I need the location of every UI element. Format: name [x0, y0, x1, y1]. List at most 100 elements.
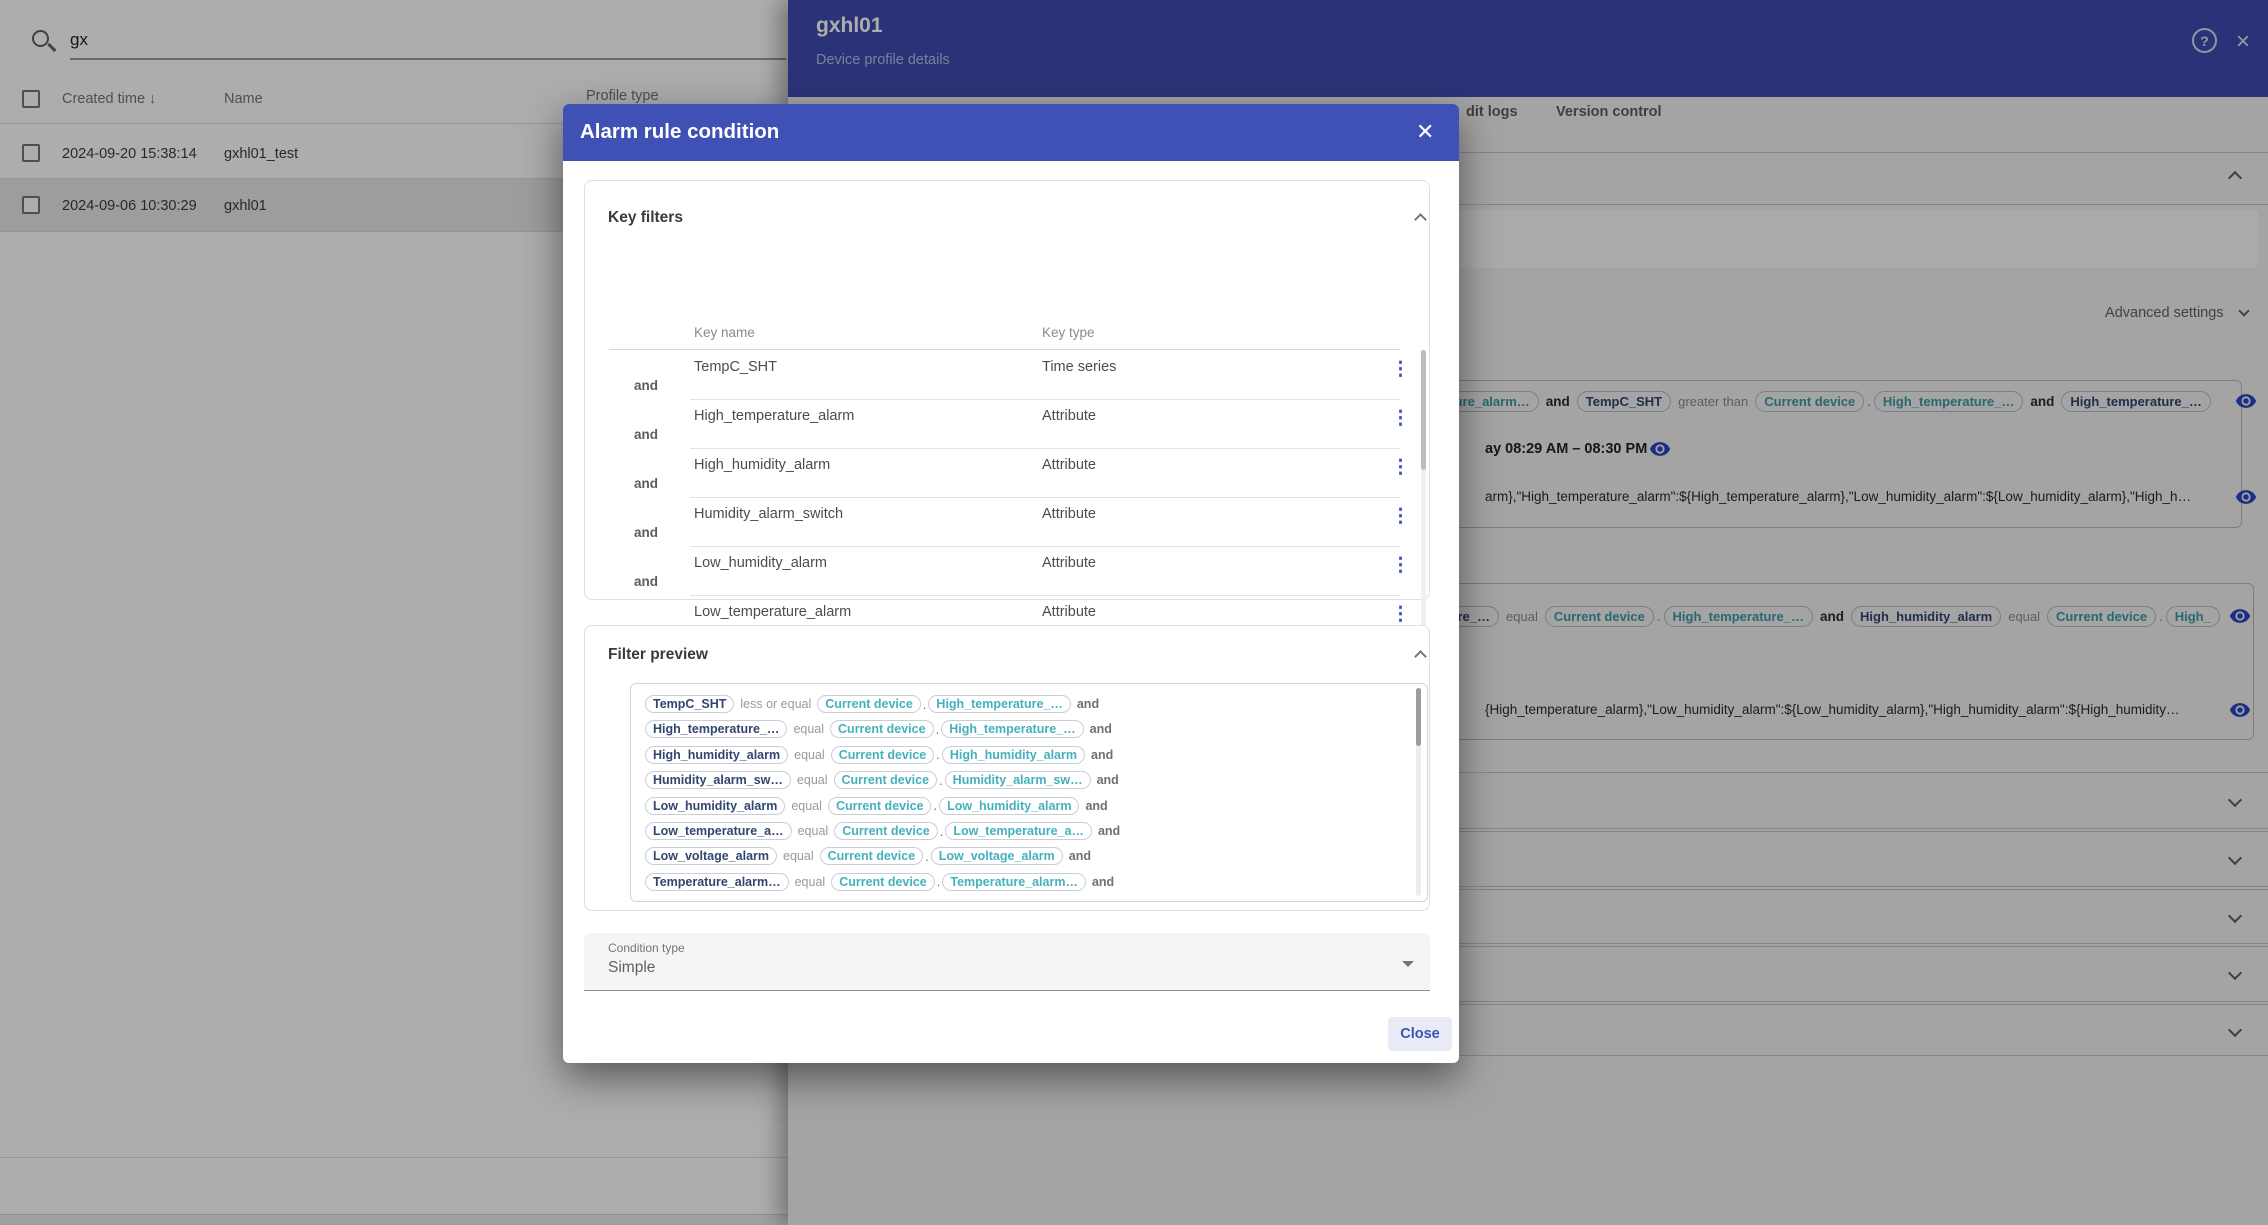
row-menu-icon[interactable]: ⋮	[1391, 456, 1410, 479]
and-connector: and	[1096, 773, 1119, 788]
filter-preview-row: Low_temperature_a… equal Current device. Lo…	[645, 820, 1120, 842]
filter-preview-row: Low_voltage_alarm equal Current device. Low…	[645, 845, 1091, 867]
key-name-cell: Low_temperature_alarm	[694, 604, 852, 620]
key-name-cell: TempC_SHT	[694, 359, 777, 375]
attribute-chip: High_temperature_…	[941, 720, 1084, 739]
source-chip: Current device	[827, 796, 932, 815]
scrollbar-thumb[interactable]	[1421, 350, 1426, 470]
screen: gx Created time ↓ Name Profile type 2024…	[0, 0, 2268, 1225]
divider	[690, 448, 1400, 449]
source-chip: Current device	[830, 720, 934, 739]
dot-separator: .	[925, 848, 929, 864]
dialog-header: Alarm rule condition ✕	[563, 104, 1459, 161]
filter-preview-row: TempC_SHT less or equal Current device. Hig…	[645, 693, 1099, 715]
operator-text: equal	[797, 824, 829, 838]
col-header-key-name: Key name	[694, 325, 755, 340]
dot-separator: .	[922, 696, 927, 712]
attribute-chip: Humidity_alarm_sw…	[944, 771, 1091, 790]
and-connector: and	[1089, 722, 1112, 737]
key-name-cell: High_temperature_alarm	[694, 408, 855, 424]
row-menu-icon[interactable]: ⋮	[1391, 407, 1410, 430]
and-connector: and	[1091, 874, 1115, 889]
attribute-chip: High_humidity_alarm	[941, 745, 1085, 764]
dot-separator: .	[936, 747, 940, 763]
divider	[690, 546, 1400, 547]
dot-separator: .	[939, 823, 944, 839]
divider	[690, 497, 1400, 498]
key-name-cell: High_humidity_alarm	[694, 457, 831, 473]
source-chip: Current device	[833, 771, 938, 790]
filter-preview-box: TempC_SHT less or equal Current device. Hig…	[630, 683, 1428, 902]
close-button[interactable]: Close	[1388, 1017, 1452, 1051]
dialog-close-icon[interactable]: ✕	[1416, 121, 1434, 143]
source-chip: Current device	[834, 822, 938, 840]
and-connector: and	[1097, 824, 1121, 838]
operator-text: equal	[791, 798, 822, 813]
key-chip: High_temperature_…	[645, 720, 788, 739]
attribute-chip: Low_humidity_alarm	[939, 796, 1080, 815]
source-chip: Current device	[830, 745, 935, 764]
operator-text: equal	[794, 747, 825, 762]
and-label: and	[634, 525, 659, 540]
and-label: and	[634, 378, 659, 393]
and-label: and	[634, 427, 659, 442]
filter-preview-row: Temperature_alarm… equal Current device. Te…	[645, 871, 1114, 893]
attribute-chip: Temperature_alarm…	[942, 872, 1086, 891]
key-chip: Low_voltage_alarm	[645, 847, 778, 866]
source-chip: Current device	[819, 847, 924, 866]
operator-text: equal	[794, 874, 826, 889]
col-header-key-type: Key type	[1042, 325, 1095, 340]
dot-separator: .	[933, 798, 938, 814]
key-type-cell: Attribute	[1042, 506, 1096, 522]
key-chip: Humidity_alarm_sw…	[645, 771, 791, 790]
dot-separator: .	[936, 874, 941, 890]
row-menu-icon[interactable]: ⋮	[1391, 358, 1410, 381]
and-label: and	[634, 574, 659, 589]
operator-text: equal	[793, 722, 825, 737]
row-menu-icon[interactable]: ⋮	[1391, 603, 1410, 626]
and-connector: and	[1091, 747, 1114, 762]
filter-preview-section: Filter preview TempC_SHT less or equal Cur…	[584, 625, 1430, 911]
divider	[609, 349, 1400, 350]
condition-type-select[interactable]: Condition type Simple	[584, 933, 1430, 991]
row-menu-icon[interactable]: ⋮	[1391, 505, 1410, 528]
condition-type-value: Simple	[608, 959, 656, 976]
operator-text: less or equal	[740, 697, 812, 711]
key-chip: Temperature_alarm…	[645, 872, 789, 891]
source-chip: Current device	[817, 695, 921, 713]
key-name-cell: Low_humidity_alarm	[694, 555, 827, 571]
alarm-rule-condition-dialog: Alarm rule condition ✕ Key filters Key n…	[563, 104, 1459, 1063]
and-connector: and	[1068, 849, 1092, 864]
and-label: and	[634, 476, 659, 491]
row-menu-icon[interactable]: ⋮	[1391, 554, 1410, 577]
filter-preview-heading: Filter preview	[608, 646, 708, 663]
and-connector: and	[1076, 697, 1100, 711]
collapse-icon[interactable]	[1414, 650, 1427, 663]
dropdown-arrow-icon	[1402, 961, 1414, 967]
filter-preview-row: Low_humidity_alarm equal Current device. Lo…	[645, 795, 1108, 817]
attribute-chip: Low_voltage_alarm	[930, 847, 1063, 866]
divider	[690, 399, 1400, 400]
key-type-cell: Attribute	[1042, 555, 1096, 571]
operator-text: equal	[796, 773, 828, 788]
key-chip: Low_humidity_alarm	[645, 796, 786, 815]
key-filters-section: Key filters Key name Key type and TempC_S…	[584, 180, 1430, 667]
key-chip: Low_temperature_a…	[645, 822, 792, 840]
dot-separator: .	[939, 772, 943, 788]
scrollbar-thumb[interactable]	[1416, 688, 1421, 746]
collapse-icon[interactable]	[1414, 213, 1427, 226]
key-name-cell: Humidity_alarm_switch	[694, 506, 844, 522]
condition-type-label: Condition type	[608, 941, 685, 955]
key-type-cell: Attribute	[1042, 457, 1096, 473]
operator-text: equal	[783, 849, 814, 864]
attribute-chip: Low_temperature_a…	[945, 822, 1092, 840]
source-chip: Current device	[831, 872, 935, 891]
dialog-title: Alarm rule condition	[580, 120, 780, 143]
dot-separator: .	[935, 721, 940, 737]
filter-preview-row: High_temperature_… equal Current device. Hi…	[645, 718, 1112, 740]
divider	[690, 595, 1400, 596]
key-chip: High_humidity_alarm	[645, 745, 789, 764]
filter-preview-row: Humidity_alarm_sw… equal Current device. Hu…	[645, 769, 1119, 791]
key-type-cell: Attribute	[1042, 604, 1096, 620]
key-filters-heading: Key filters	[608, 209, 683, 226]
